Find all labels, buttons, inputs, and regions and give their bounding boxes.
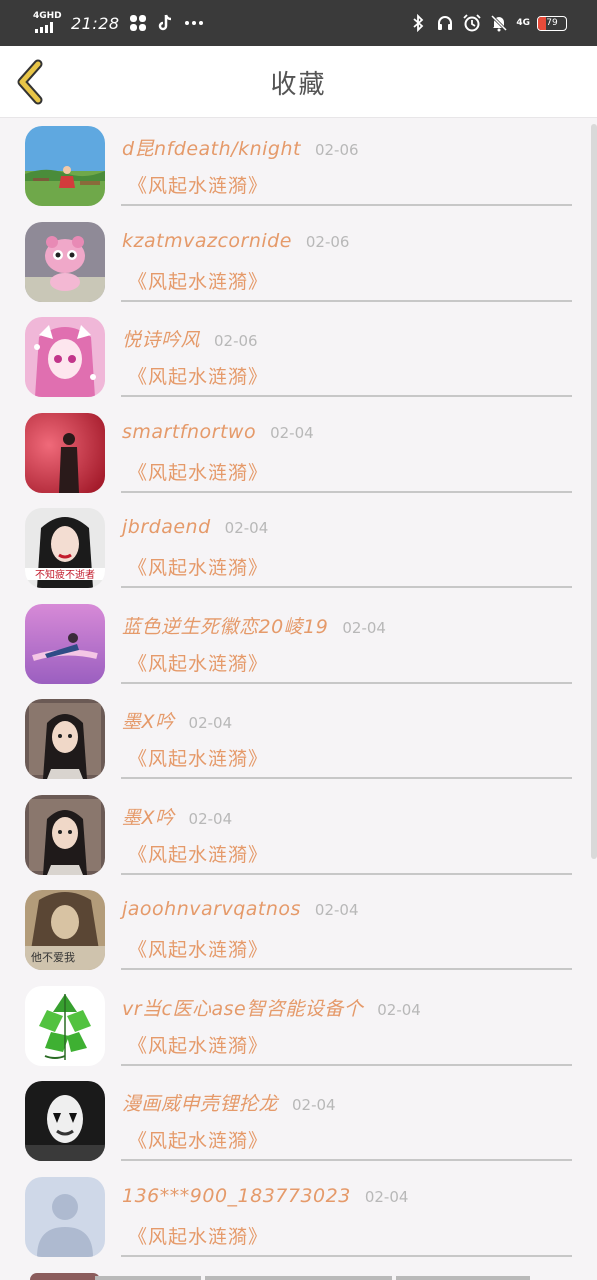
avatar[interactable] [25,603,105,684]
list-item[interactable]: 墨X吟 02-04 《风起水涟漪》 [0,787,597,883]
headphones-icon [435,13,455,33]
story-title[interactable]: 《风起水涟漪》 [128,1031,268,1058]
battery-level: 79 [546,17,558,28]
user-name[interactable]: 墨X吟 02-04 [122,803,232,830]
story-title[interactable]: 《风起水涟漪》 [128,458,268,485]
divider [121,872,572,875]
favorites-list: d昆nfdeath/knight 02-06 《风起水涟漪》 kzatmvazcorn… [0,118,597,1280]
list-item[interactable]: 他不爱我 jaoohnvarvqatnos 02-04 《风起水涟漪》 [0,882,597,978]
story-title[interactable]: 《风起水涟漪》 [128,840,268,867]
list-item[interactable]: 蓝色逆生死徽恋20崚19 02-04 《风起水涟漪》 [0,596,597,692]
list-item[interactable]: 不知疲不逝者 jbrdaend 02-04 《风起水涟漪》 [0,500,597,596]
divider [121,1063,572,1066]
network-label-right: 4G [516,17,530,28]
status-bar: 4GHD 21:28 4G 79 [0,0,597,46]
battery-icon: 79 [537,15,567,31]
list-item[interactable]: 悦诗吟风 02-06 《风起水涟漪》 [0,309,597,405]
favorite-date: 02-04 [342,618,386,637]
divider [121,1254,572,1257]
divider [121,204,572,206]
favorite-date: 02-04 [224,519,269,537]
story-title[interactable]: 《风起水涟漪》 [128,1222,268,1249]
page-title: 收藏 [270,70,327,100]
user-name[interactable]: 蓝色逆生死徽恋20崚19 02-04 [122,612,386,639]
favorite-date: 02-06 [214,332,258,350]
avatar[interactable] [25,317,105,397]
mute-bell-icon [489,13,509,33]
favorite-date: 02-04 [292,1096,336,1114]
divider [121,586,572,588]
svg-text:他不爱我: 他不爱我 [31,951,75,964]
fan-icon [128,13,148,33]
divider [121,395,572,397]
list-item-partial [0,1270,597,1280]
clock: 21:28 [71,13,120,33]
avatar[interactable]: 不知疲不逝者 [25,508,105,588]
list-item[interactable]: 136***900_183773023 02-04 《风起水涟漪》 [0,1169,597,1265]
list-item[interactable]: d昆nfdeath/knight 02-06 《风起水涟漪》 [0,118,597,214]
favorite-date: 02-04 [188,714,233,732]
favorite-date: 02-04 [377,1000,421,1019]
list-item[interactable]: vr当c医心ase智咨能设备个 02-04 《风起水涟漪》 [0,978,597,1074]
user-name[interactable]: 136***900_183773023 02-04 [122,1185,408,1207]
avatar[interactable] [25,794,105,875]
list-item[interactable]: smartfnortwo 02-04 《风起水涟漪》 [0,405,597,501]
favorite-date: 02-06 [305,232,350,251]
user-name[interactable]: jaoohnvarvqatnos 02-04 [122,898,359,920]
story-title[interactable]: 《风起水涟漪》 [128,362,268,389]
user-name[interactable]: 漫画威申壳锂抡龙 02-04 [122,1089,336,1116]
more-dots-icon [184,13,204,33]
story-title[interactable]: 《风起水涟漪》 [128,171,268,198]
list-item[interactable]: 漫画威申壳锂抡龙 02-04 《风起水涟漪》 [0,1073,597,1169]
divider [121,681,572,684]
avatar[interactable]: 他不爱我 [25,890,105,970]
divider [121,968,572,970]
bluetooth-icon [408,13,428,33]
network-label: 4GHD [33,11,62,21]
story-title[interactable]: 《风起水涟漪》 [128,553,268,580]
divider [121,777,572,779]
user-name[interactable]: 墨X吟 02-04 [122,707,232,734]
user-name[interactable]: kzatmvazcornide 02-06 [122,230,349,252]
story-title[interactable]: 《风起水涟漪》 [128,744,268,771]
tiktok-icon [156,13,176,33]
user-name[interactable]: d昆nfdeath/knight 02-06 [122,134,359,161]
story-title[interactable]: 《风起水涟漪》 [128,1126,268,1153]
favorite-date: 02-04 [270,423,314,442]
avatar[interactable] [25,1176,105,1257]
nav-bar: 收藏 [0,46,597,118]
favorite-date: 02-04 [314,901,359,919]
svg-text:不知疲不逝者: 不知疲不逝者 [35,568,95,581]
favorite-date: 02-04 [364,1187,409,1206]
list-item[interactable]: kzatmvazcornide 02-06 《风起水涟漪》 [0,214,597,310]
divider [121,299,572,302]
avatar[interactable] [25,1081,105,1161]
divider [121,490,572,493]
user-name[interactable]: vr当c医心ase智咨能设备个 02-04 [122,994,421,1021]
user-name[interactable]: smartfnortwo 02-04 [122,421,314,443]
story-title[interactable]: 《风起水涟漪》 [128,649,268,676]
story-title[interactable]: 《风起水涟漪》 [128,267,268,294]
avatar[interactable] [25,985,105,1066]
avatar[interactable] [25,699,105,779]
scrollbar[interactable] [591,124,597,859]
alarm-icon [462,13,482,33]
favorite-date: 02-06 [314,141,359,159]
story-title[interactable]: 《风起水涟漪》 [128,935,268,962]
avatar[interactable] [25,221,105,302]
list-item[interactable]: 墨X吟 02-04 《风起水涟漪》 [0,691,597,787]
divider [121,1159,572,1161]
avatar[interactable] [25,126,105,206]
user-name[interactable]: 悦诗吟风 02-06 [122,325,258,352]
signal-icon: 4GHD [33,11,62,35]
avatar[interactable] [25,412,105,493]
favorite-date: 02-04 [188,809,233,828]
user-name[interactable]: jbrdaend 02-04 [122,516,268,538]
